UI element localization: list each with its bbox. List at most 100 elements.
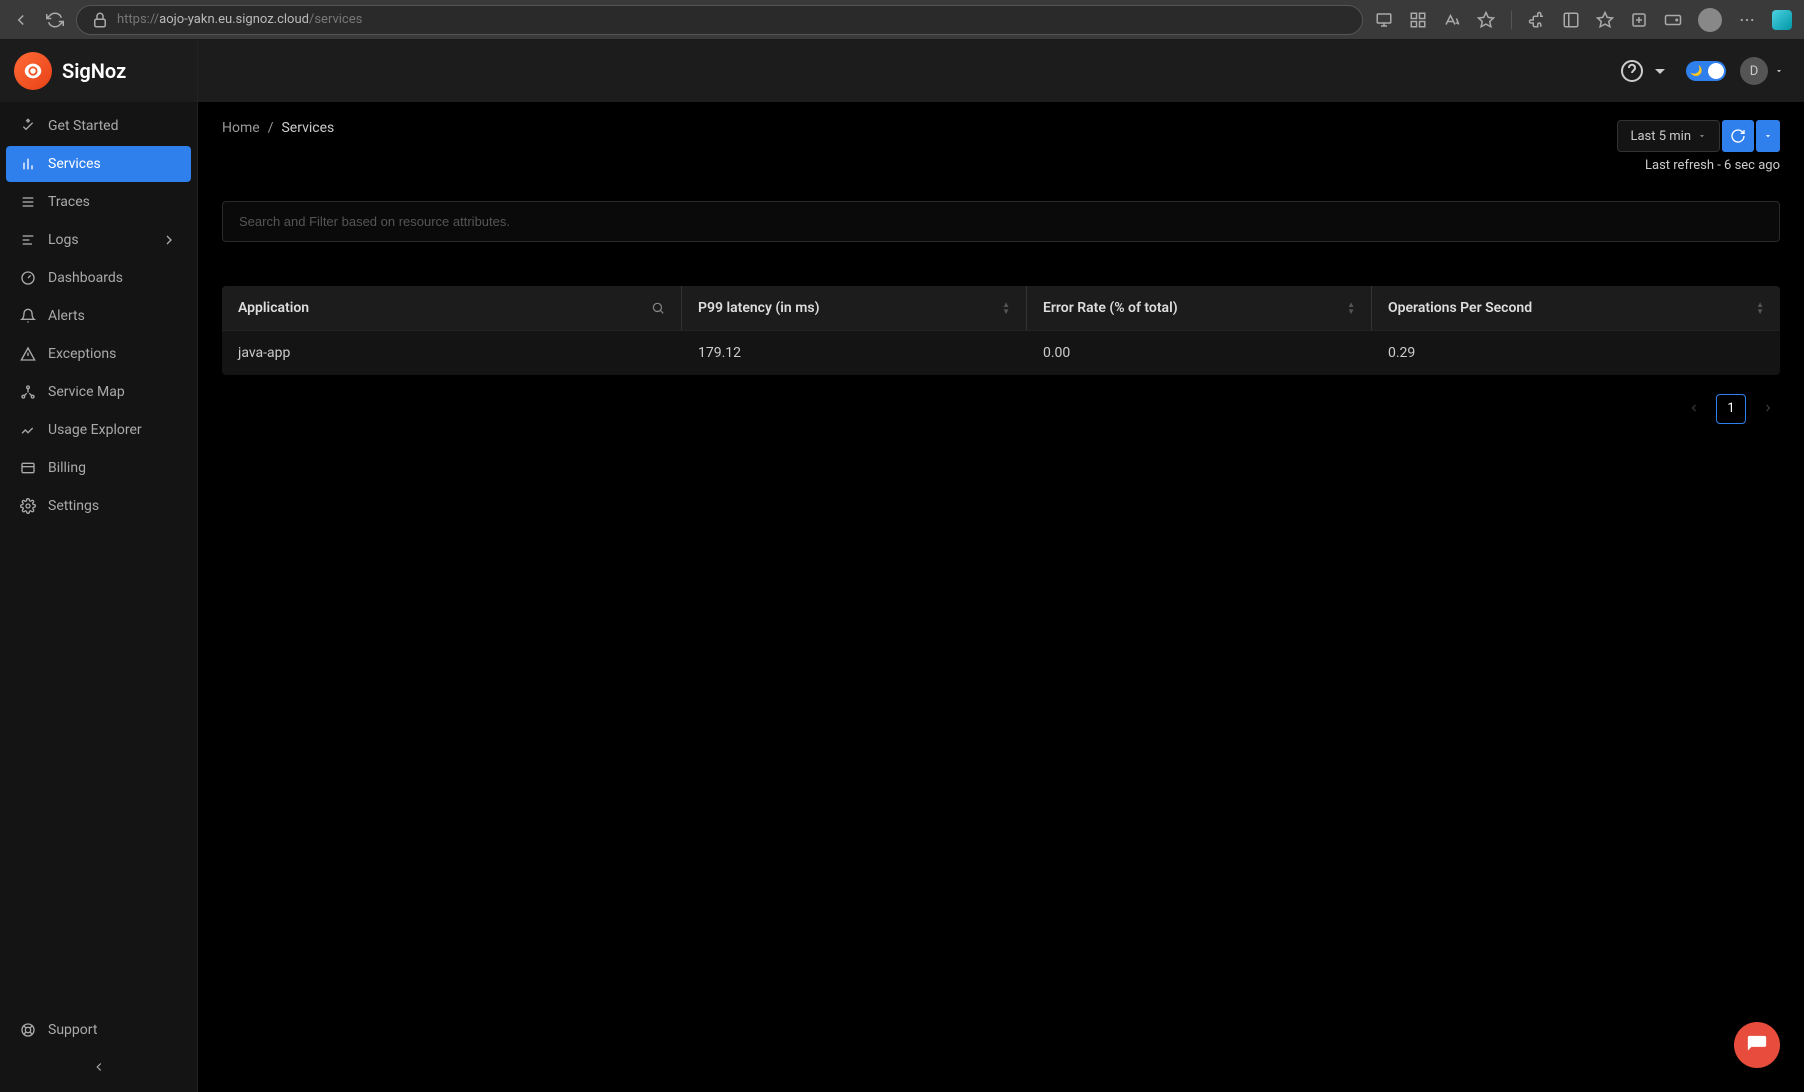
sidebar-nav: Get Started Services Traces Logs Dashboa… [0, 102, 197, 1006]
sidebar-item-exceptions[interactable]: Exceptions [6, 336, 191, 372]
sidebar-item-label: Usage Explorer [48, 422, 142, 438]
time-range-label: Last 5 min [1630, 129, 1691, 144]
extension-icon[interactable] [1528, 11, 1546, 29]
align-left-icon [20, 232, 36, 248]
time-range-select[interactable]: Last 5 min [1617, 120, 1720, 152]
chevron-down-icon [1697, 131, 1707, 141]
last-refresh-label: Last refresh - 6 sec ago [1645, 158, 1780, 173]
col-header-ops[interactable]: Operations Per Second ▲▼ [1372, 286, 1780, 330]
table-row[interactable]: java-app 179.12 0.00 0.29 [222, 330, 1780, 375]
theme-toggle[interactable]: 🌙 [1686, 61, 1726, 81]
sidebar-icon[interactable] [1562, 11, 1580, 29]
collections-icon[interactable] [1630, 11, 1648, 29]
chat-launcher[interactable] [1734, 1022, 1780, 1068]
sidebar-item-traces[interactable]: Traces [6, 184, 191, 220]
chat-icon [1746, 1034, 1768, 1056]
chevron-right-icon [161, 232, 177, 248]
search-icon[interactable] [651, 301, 665, 315]
sidebar-item-usage-explorer[interactable]: Usage Explorer [6, 412, 191, 448]
chevron-down-icon [1648, 59, 1672, 83]
sidebar-item-service-map[interactable]: Service Map [6, 374, 191, 410]
chevron-down-icon [1774, 66, 1784, 76]
sidebar-item-logs[interactable]: Logs [6, 222, 191, 258]
breadcrumb-home[interactable]: Home [222, 120, 260, 136]
sort-icon: ▲▼ [1002, 301, 1010, 315]
alert-triangle-icon [20, 346, 36, 362]
help-icon [1620, 59, 1644, 83]
top-header: 🌙 D [198, 40, 1804, 102]
bar-chart-icon [20, 156, 36, 172]
bell-icon [20, 308, 36, 324]
cell-ops: 0.29 [1372, 331, 1780, 375]
sidebar-item-alerts[interactable]: Alerts [6, 298, 191, 334]
gear-icon [20, 498, 36, 514]
col-header-error-rate[interactable]: Error Rate (% of total) ▲▼ [1027, 286, 1372, 330]
user-avatar: D [1740, 57, 1768, 85]
table-header: Application P99 latency (in ms) ▲▼ Error… [222, 286, 1780, 330]
lock-icon [91, 11, 109, 29]
text-size-icon[interactable] [1443, 11, 1461, 29]
profile-avatar[interactable] [1698, 8, 1722, 32]
pagination: 1 [222, 393, 1780, 424]
cell-application[interactable]: java-app [222, 331, 682, 375]
chevron-left-icon [92, 1060, 106, 1074]
chevron-right-icon [1762, 402, 1774, 414]
page-prev[interactable] [1682, 393, 1706, 424]
col-header-application[interactable]: Application [222, 286, 682, 330]
url-host: aojo-yakn.eu.signoz.cloud [159, 12, 309, 27]
sidebar-item-label: Billing [48, 460, 86, 476]
toggle-knob [1708, 63, 1724, 79]
refresh-icon[interactable] [46, 11, 64, 29]
page-number[interactable]: 1 [1716, 394, 1746, 424]
sidebar-item-services[interactable]: Services [6, 146, 191, 182]
sidebar-item-label: Get Started [48, 118, 119, 134]
refresh-interval-button[interactable] [1756, 120, 1780, 152]
more-icon[interactable] [1738, 11, 1756, 29]
sidebar-item-settings[interactable]: Settings [6, 488, 191, 524]
back-icon[interactable] [12, 11, 30, 29]
sidebar-item-label: Services [48, 156, 101, 172]
help-button[interactable] [1620, 59, 1672, 83]
deployment-icon [20, 384, 36, 400]
logo-icon [14, 52, 52, 90]
sidebar-item-get-started[interactable]: Get Started [6, 108, 191, 144]
app-header: SigNoz [0, 40, 197, 102]
main-area: 🌙 D Home / Services Last 5 min [198, 40, 1804, 1092]
copilot-icon[interactable] [1772, 10, 1792, 30]
dashboard-icon [20, 270, 36, 286]
sidebar-item-support[interactable]: Support [6, 1012, 191, 1048]
breadcrumb: Home / Services [222, 120, 334, 136]
cell-error-rate: 0.00 [1027, 331, 1372, 375]
page-next[interactable] [1756, 393, 1780, 424]
sidebar-item-label: Exceptions [48, 346, 116, 362]
desktop-icon[interactable] [1375, 11, 1393, 29]
url-bar[interactable]: https://aojo-yakn.eu.signoz.cloud/servic… [76, 5, 1363, 35]
refresh-button[interactable] [1722, 120, 1754, 152]
support-icon [20, 1022, 36, 1038]
menu-icon [20, 194, 36, 210]
url-path: /services [309, 12, 362, 27]
moon-icon: 🌙 [1690, 66, 1702, 77]
brand-name: SigNoz [62, 59, 126, 83]
chevron-down-icon [1763, 131, 1773, 141]
filter-input[interactable] [222, 201, 1780, 242]
sidebar-collapse-button[interactable] [6, 1048, 191, 1086]
credit-card-icon [20, 460, 36, 476]
sidebar-item-billing[interactable]: Billing [6, 450, 191, 486]
cell-p99: 179.12 [682, 331, 1027, 375]
sidebar-item-label: Alerts [48, 308, 85, 324]
favorites-icon[interactable] [1596, 11, 1614, 29]
sidebar-item-dashboards[interactable]: Dashboards [6, 260, 191, 296]
chevron-left-icon [1688, 402, 1700, 414]
services-table: Application P99 latency (in ms) ▲▼ Error… [222, 286, 1780, 375]
breadcrumb-sep: / [268, 120, 274, 136]
grid-icon[interactable] [1409, 11, 1427, 29]
user-menu[interactable]: D [1740, 57, 1784, 85]
wallet-icon[interactable] [1664, 11, 1682, 29]
star-icon[interactable] [1477, 11, 1495, 29]
browser-toolbar: https://aojo-yakn.eu.signoz.cloud/servic… [0, 0, 1804, 40]
sidebar: SigNoz Get Started Services Traces Logs [0, 40, 198, 1092]
url-prefix: https:// [117, 12, 159, 27]
col-header-p99[interactable]: P99 latency (in ms) ▲▼ [682, 286, 1027, 330]
breadcrumb-current: Services [281, 120, 334, 136]
